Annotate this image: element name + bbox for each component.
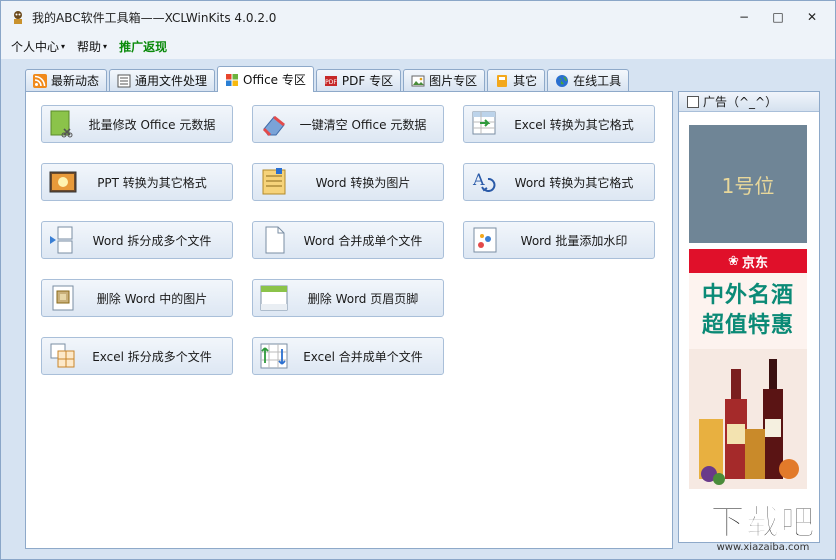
watermark-icon (470, 225, 500, 255)
ad-header-icon (687, 95, 699, 108)
menu-label: 帮助 (77, 39, 102, 54)
ad-slot-1[interactable]: 1号位 (689, 125, 807, 243)
button-label: PPT 转换为其它格式 (97, 175, 207, 190)
ad-slot-1-label: 1号位 (721, 173, 775, 198)
edit-meta-icon (48, 109, 78, 139)
excel-merge-icon (259, 341, 289, 371)
ppt-convert-icon (48, 167, 78, 197)
window-title: 我的ABC软件工具箱——XCLWinKits 4.0.2.0 (32, 10, 277, 25)
excel-split-button[interactable]: Excel 拆分成多个文件 (41, 337, 233, 375)
batch-edit-office-metadata-button[interactable]: 批量修改 Office 元数据 (41, 105, 233, 143)
close-button[interactable]: ✕ (795, 7, 829, 27)
menu-bar: 个人中心 ▾ 帮助 ▾ 推广返现 (1, 33, 835, 59)
tab-online-tools[interactable]: 在线工具 (547, 69, 630, 91)
globe-icon (555, 74, 569, 88)
button-label: 删除 Word 页眉页脚 (307, 291, 419, 306)
eraser-icon (259, 109, 289, 139)
jd-logo: ❀ 京东 (689, 249, 807, 273)
svg-text:PDF: PDF (325, 79, 337, 86)
ad-header: 广告（^_^） (679, 92, 819, 112)
button-label: Word 转换为其它格式 (514, 175, 634, 190)
app-logo-icon (10, 9, 26, 25)
excel-merge-button[interactable]: Excel 合并成单个文件 (252, 337, 444, 375)
button-label: Word 拆分成多个文件 (92, 233, 212, 248)
word-convert-button[interactable]: A Word 转换为其它格式 (463, 163, 655, 201)
menu-promotion[interactable]: 推广返现 (119, 38, 167, 55)
word-split-icon (48, 225, 78, 255)
tab-label: 最新动态 (51, 74, 100, 88)
window-controls: − □ ✕ (727, 7, 829, 27)
button-label: 批量修改 Office 元数据 (88, 117, 216, 132)
jd-ad-banner[interactable]: ❀ 京东 中外名酒 超值特惠 (689, 249, 807, 489)
excel-convert-button[interactable]: Excel 转换为其它格式 (463, 105, 655, 143)
tab-pdf[interactable]: PDF PDF 专区 (315, 69, 402, 91)
menu-label: 个人中心 (11, 39, 60, 54)
button-label: Excel 合并成单个文件 (303, 349, 423, 364)
ppt-convert-button[interactable]: PPT 转换为其它格式 (41, 163, 233, 201)
jd-dog-icon: ❀ (728, 253, 739, 269)
button-label: 删除 Word 中的图片 (96, 291, 208, 306)
maximize-button[interactable]: □ (761, 7, 795, 27)
jd-ad-line-2: 超值特惠 (701, 313, 794, 338)
chevron-down-icon: ▾ (103, 41, 108, 51)
clear-office-metadata-button[interactable]: 一键清空 Office 元数据 (252, 105, 444, 143)
wine-bottles-image (689, 349, 807, 489)
tab-label: 图片专区 (429, 74, 478, 88)
jd-logo-text: 京东 (741, 255, 768, 271)
watermark-url: www.xiazaiba.com (716, 541, 810, 553)
folder-icon (495, 74, 509, 88)
tab-label: 在线工具 (573, 74, 622, 88)
image-icon (411, 74, 425, 88)
tab-label: PDF 专区 (341, 74, 394, 88)
button-label: Word 批量添加水印 (520, 233, 628, 248)
menu-help[interactable]: 帮助 ▾ (77, 38, 107, 55)
word-to-image-button[interactable]: Word 转换为图片 (252, 163, 444, 201)
tab-strip: 最新动态 通用文件处理 Office 专区 PDF PDF 专区 图片专区 其它… (25, 65, 631, 92)
excel-convert-icon (470, 109, 500, 139)
pdf-icon: PDF (324, 74, 338, 88)
tab-label: 其它 (513, 74, 538, 88)
header-footer-icon (259, 283, 289, 313)
button-label: Word 合并成单个文件 (303, 233, 423, 248)
chevron-down-icon: ▾ (61, 41, 66, 51)
menu-personal-center[interactable]: 个人中心 ▾ (11, 38, 65, 55)
minimize-button[interactable]: − (727, 7, 761, 27)
menu-label: 推广返现 (119, 39, 168, 54)
watermark-main-text: 下载吧 (710, 502, 816, 543)
app-window: 我的ABC软件工具箱——XCLWinKits 4.0.2.0 − □ ✕ 个人中… (0, 0, 836, 560)
ad-header-label: 广告（^_^） (703, 95, 778, 109)
office-panel: 批量修改 Office 元数据 一键清空 Office 元数据 Excel 转换… (25, 91, 673, 549)
excel-split-icon (48, 341, 78, 371)
delete-word-images-button[interactable]: 删除 Word 中的图片 (41, 279, 233, 317)
button-label: Excel 转换为其它格式 (514, 117, 634, 132)
word-merge-icon (259, 225, 289, 255)
word-split-button[interactable]: Word 拆分成多个文件 (41, 221, 233, 259)
rss-icon (33, 73, 47, 88)
button-label: Word 转换为图片 (315, 175, 411, 190)
jd-ad-line-1: 中外名酒 (701, 283, 794, 308)
button-label: 一键清空 Office 元数据 (299, 117, 427, 132)
button-label: Excel 拆分成多个文件 (92, 349, 212, 364)
office-icon (225, 73, 239, 87)
tab-general-files[interactable]: 通用文件处理 (109, 69, 216, 91)
word-convert-icon: A (470, 167, 500, 197)
word-watermark-button[interactable]: Word 批量添加水印 (463, 221, 655, 259)
tab-office[interactable]: Office 专区 (217, 66, 314, 92)
tab-news[interactable]: 最新动态 (25, 69, 108, 91)
site-watermark: 下载吧 www.xiazaiba.com (693, 501, 833, 555)
svg-text:A: A (472, 170, 485, 189)
tab-images[interactable]: 图片专区 (403, 69, 486, 91)
word-merge-button[interactable]: Word 合并成单个文件 (252, 221, 444, 259)
ad-panel: 广告（^_^） 1号位 ❀ 京东 中外名酒 超值特惠 (678, 91, 820, 543)
tab-other[interactable]: 其它 (487, 69, 546, 91)
word-to-image-icon (259, 167, 289, 197)
file-icon (117, 74, 131, 88)
tab-label: Office 专区 (243, 73, 306, 87)
delete-image-icon (48, 283, 78, 313)
title-bar[interactable]: 我的ABC软件工具箱——XCLWinKits 4.0.2.0 − □ ✕ (1, 1, 835, 33)
tab-label: 通用文件处理 (135, 74, 208, 88)
delete-word-header-footer-button[interactable]: 删除 Word 页眉页脚 (252, 279, 444, 317)
